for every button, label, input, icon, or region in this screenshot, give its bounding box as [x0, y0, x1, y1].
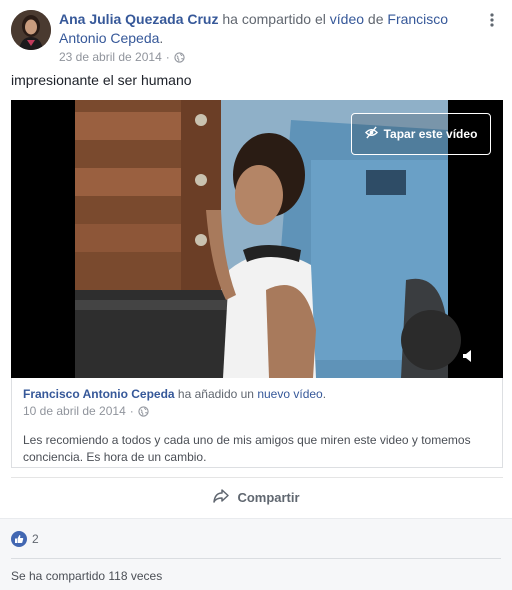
divider: [11, 558, 501, 559]
thumbs-up-icon: [11, 531, 27, 547]
share-button[interactable]: Compartir: [0, 484, 512, 510]
shared-period: .: [322, 387, 327, 401]
header-period: .: [159, 30, 164, 46]
header-of-text: de: [364, 11, 388, 27]
post-date-link[interactable]: 23 de abril de 2014: [59, 50, 162, 64]
eye-slash-icon: [364, 126, 378, 142]
video-player[interactable]: Tapar este vídeo: [11, 100, 503, 378]
author-name-link[interactable]: Ana Julia Quezada Cruz: [59, 11, 218, 27]
like-count: 2: [32, 532, 39, 546]
header-action-text: ha compartido el: [218, 11, 330, 27]
shared-meta-separator: ·: [129, 404, 134, 418]
shared-header: Francisco Antonio Cepeda ha añadido un n…: [23, 387, 326, 401]
meta-separator: ·: [165, 50, 170, 64]
author-avatar[interactable]: [11, 10, 51, 50]
post-text: impresionante el ser humano: [11, 72, 192, 88]
hide-video-label: Tapar este vídeo: [383, 127, 478, 141]
video-link[interactable]: vídeo: [330, 11, 364, 27]
shared-description: Les recomiendo a todos y cada uno de mis…: [23, 433, 471, 464]
divider: [11, 477, 503, 478]
shared-author-link[interactable]: Francisco Antonio Cepeda: [23, 387, 175, 401]
globe-icon[interactable]: [174, 51, 185, 63]
post-meta: 23 de abril de 2014 ·: [59, 50, 185, 64]
share-arrow-icon: [212, 488, 230, 507]
shared-video-attribution: Francisco Antonio Cepeda ha añadido un n…: [11, 378, 503, 468]
post-header: Ana Julia Quezada Cruz ha compartido el …: [59, 10, 479, 48]
shared-meta: 10 de abril de 2014 ·: [23, 404, 149, 418]
new-video-link[interactable]: nuevo vídeo: [257, 387, 322, 401]
more-options-icon[interactable]: [484, 12, 500, 28]
hide-video-button[interactable]: Tapar este vídeo: [351, 113, 491, 155]
reactions-summary[interactable]: 2: [11, 531, 39, 547]
post-footer: 2 Se ha compartido 118 veces: [0, 518, 512, 590]
shared-date-link[interactable]: 10 de abril de 2014: [23, 404, 126, 418]
shared-action-text: ha añadido un: [174, 387, 258, 401]
share-label: Compartir: [237, 489, 300, 505]
volume-icon[interactable]: [461, 348, 477, 364]
facebook-post: Ana Julia Quezada Cruz ha compartido el …: [0, 0, 512, 590]
share-count-link[interactable]: Se ha compartido 118 veces: [11, 569, 162, 583]
globe-icon[interactable]: [138, 405, 149, 417]
